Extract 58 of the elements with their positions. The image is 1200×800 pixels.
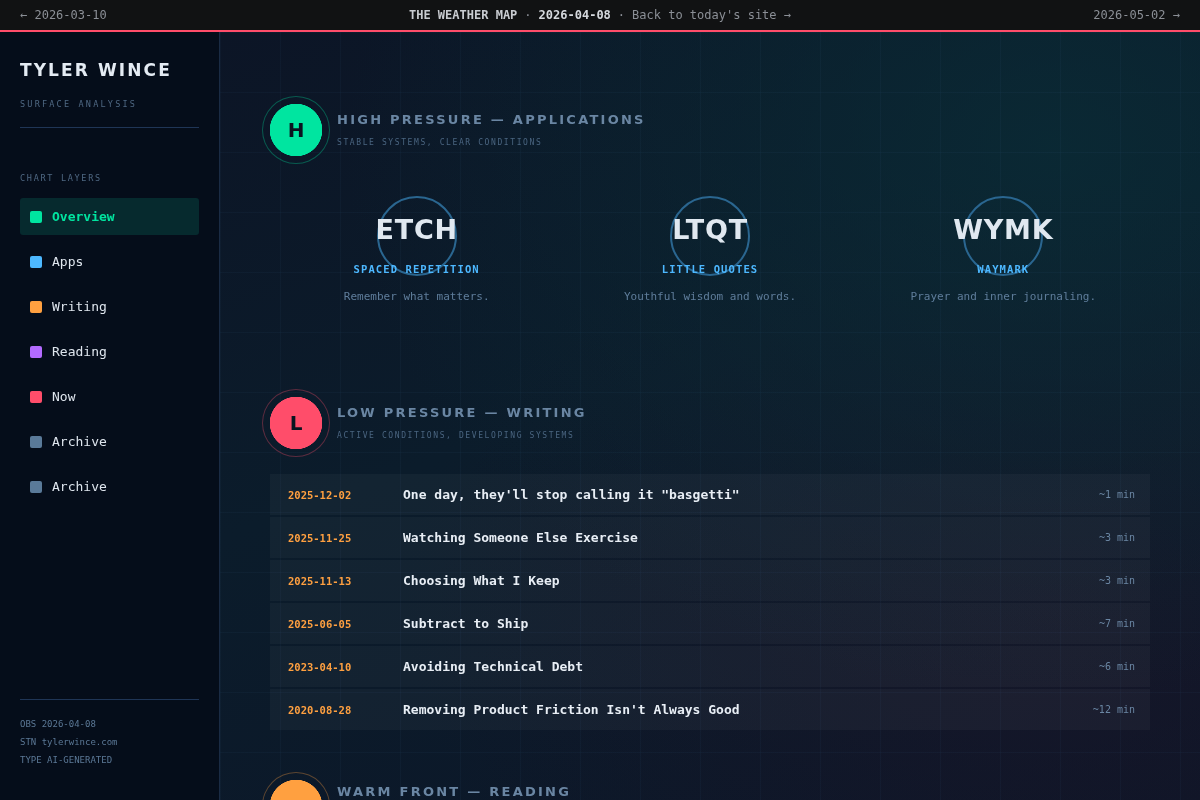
footer-text: STN tylerwince.com xyxy=(20,736,119,749)
site-name: TYLER WINCE xyxy=(20,59,173,81)
app-tagline: WAYMARK xyxy=(977,262,1030,276)
nav-item[interactable]: Reading xyxy=(20,333,199,370)
post-title: Watching Someone Else Exercise xyxy=(403,530,638,545)
post-date: 2020-08-28 xyxy=(288,703,353,716)
dot-separator: · xyxy=(524,8,532,22)
app-description: Youthful wisdom and words. xyxy=(623,289,797,305)
post-row[interactable]: 2025-12-02 One day, they'll stop calling it "basgetti" ~1 min xyxy=(270,474,1150,515)
read-time: ~12 min xyxy=(1092,704,1135,715)
back-link[interactable]: Back to today's site → xyxy=(632,8,791,22)
footer-text: TYPE AI-GENERATED xyxy=(20,754,114,767)
post-row[interactable]: 2025-06-05 Subtract to Ship ~7 min xyxy=(270,603,1150,644)
app-tagline: SPACED REPETITION xyxy=(353,262,480,276)
dot-separator: · xyxy=(617,8,626,22)
post-row[interactable]: 2025-11-25 Watching Someone Else Exercise ~3 min xyxy=(270,517,1150,558)
nav-item[interactable]: Overview xyxy=(20,198,199,235)
section-title: WARM FRONT — READING xyxy=(337,784,572,800)
section-subtitle: ACTIVE CONDITIONS, DEVELOPING SYSTEMS xyxy=(337,429,576,442)
post-date: 2023-04-10 xyxy=(288,660,353,673)
read-time: ~7 min xyxy=(1098,618,1135,629)
nav-item[interactable]: Archive xyxy=(20,423,199,460)
site-subtitle: SURFACE ANALYSIS xyxy=(20,98,139,110)
read-time: ~3 min xyxy=(1098,532,1135,543)
app-name[interactable]: WYMK xyxy=(953,214,1054,246)
previous-link[interactable]: ← 2026-03-10 xyxy=(20,8,107,22)
post-date: 2025-11-13 xyxy=(288,574,353,587)
post-title: Choosing What I Keep xyxy=(403,573,560,588)
pressure-badge: H xyxy=(262,96,330,164)
footer-text: OBS 2026-04-08 xyxy=(20,718,97,731)
post-title: One day, they'll stop calling it "basgetti" xyxy=(403,487,740,502)
read-time: ~1 min xyxy=(1098,489,1135,500)
app-description: Remember what matters. xyxy=(343,289,490,305)
nav-item[interactable]: Apps xyxy=(20,243,199,280)
app-description: Prayer and inner journaling. xyxy=(910,289,1097,305)
read-time: ~3 min xyxy=(1098,575,1135,586)
read-time: ~6 min xyxy=(1098,661,1135,672)
current-date: 2026-04-08 xyxy=(538,8,611,22)
post-row[interactable]: 2023-04-10 Avoiding Technical Debt ~6 min xyxy=(270,646,1150,687)
post-date: 2025-11-25 xyxy=(288,531,353,544)
app-tagline: LITTLE QUOTES xyxy=(661,262,759,276)
nav-item[interactable]: Archive xyxy=(20,468,199,505)
post-title: Removing Product Friction Isn't Always Good xyxy=(403,702,740,717)
section-label: CHART LAYERS xyxy=(20,172,103,184)
section-title: HIGH PRESSURE — APPLICATIONS xyxy=(337,111,646,128)
post-date: 2025-06-05 xyxy=(288,617,353,630)
section-title: LOW PRESSURE — WRITING xyxy=(337,404,587,421)
nav-item[interactable]: Now xyxy=(20,378,199,415)
next-link[interactable]: 2026-05-02 → xyxy=(1093,8,1180,22)
site-title: THE WEATHER MAP xyxy=(408,8,518,22)
nav-item[interactable]: Writing xyxy=(20,288,199,325)
pressure-badge: L xyxy=(262,389,330,457)
post-date: 2025-12-02 xyxy=(288,488,353,501)
post-row[interactable]: 2020-08-28 Removing Product Friction Isn't Always Good ~12 min xyxy=(270,689,1150,730)
post-title: Avoiding Technical Debt xyxy=(403,659,583,674)
post-row[interactable]: 2025-11-13 Choosing What I Keep ~3 min xyxy=(270,560,1150,601)
section-subtitle: STABLE SYSTEMS, CLEAR CONDITIONS xyxy=(337,136,544,149)
post-title: Subtract to Ship xyxy=(403,616,529,631)
